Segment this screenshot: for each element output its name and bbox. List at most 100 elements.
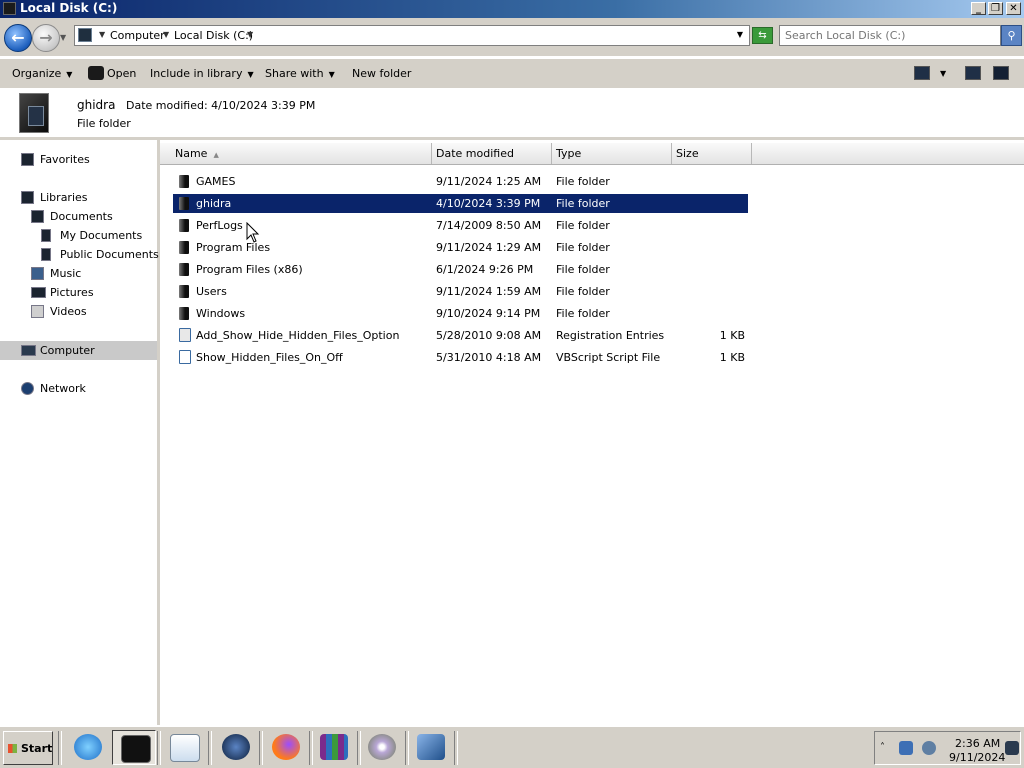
file-row[interactable]: GAMES 9/11/2024 1:25 AM File folder	[173, 172, 748, 191]
address-history-dropdown[interactable]: ▼	[737, 30, 743, 39]
computer-icon	[78, 28, 92, 42]
favorites-icon	[21, 153, 34, 166]
file-name: GAMES	[196, 175, 236, 188]
file-date: 4/10/2024 3:39 PM	[436, 197, 541, 210]
file-row[interactable]: ghidra 4/10/2024 3:39 PM File folder	[173, 194, 748, 213]
clock-time[interactable]: 2:36 AM	[955, 737, 1000, 750]
file-row[interactable]: Add_Show_Hide_Hidden_Files_Option 5/28/20…	[173, 326, 748, 345]
taskbar-app-media-player[interactable]	[162, 730, 206, 765]
window-icon	[3, 2, 16, 15]
file-date: 5/31/2010 4:18 AM	[436, 351, 542, 364]
taskbar-divider	[58, 731, 62, 765]
file-name: PerfLogs	[196, 219, 243, 232]
column-header-name[interactable]: Name ▲	[171, 143, 432, 164]
libraries-icon	[21, 191, 34, 204]
back-button[interactable]: ←	[4, 24, 32, 52]
pictures-icon	[31, 287, 46, 298]
share-with-button[interactable]: Share with ▼	[265, 67, 335, 80]
recent-pages-dropdown[interactable]: ▼	[60, 33, 66, 42]
folder-icon	[179, 285, 189, 298]
file-row[interactable]: Windows 9/10/2024 9:14 PM File folder	[173, 304, 748, 323]
column-header-size[interactable]: Size	[672, 143, 752, 164]
file-date: 5/28/2010 9:08 AM	[436, 329, 542, 342]
vbscript-file-icon	[179, 350, 191, 364]
firefox-icon	[272, 734, 300, 760]
restore-button[interactable]: ❐	[988, 2, 1003, 15]
breadcrumb-local-disk[interactable]: Local Disk (C:)	[174, 29, 253, 42]
forward-button[interactable]: →	[32, 24, 60, 52]
computer-icon	[21, 345, 36, 356]
breadcrumb-arrow-icon[interactable]: ▼	[99, 30, 105, 39]
taskbar-app-explorer[interactable]	[112, 730, 156, 765]
file-type: VBScript Script File	[556, 351, 661, 364]
open-button[interactable]: Open	[107, 67, 136, 80]
minimize-button[interactable]: _	[971, 2, 986, 15]
column-header-date[interactable]: Date modified	[432, 143, 552, 164]
close-button[interactable]: ✕	[1006, 2, 1021, 15]
file-row[interactable]: Users 9/11/2024 1:59 AM File folder	[173, 282, 748, 301]
column-header-type[interactable]: Type	[552, 143, 672, 164]
search-icon[interactable]: ⚲	[1001, 25, 1022, 46]
refresh-button[interactable]: ⇆	[752, 27, 773, 44]
sort-ascending-icon: ▲	[213, 151, 219, 159]
organize-button[interactable]: Organize ▼	[12, 67, 72, 80]
file-date: 9/11/2024 1:59 AM	[436, 285, 542, 298]
column-header-row: Name ▲ Date modified Type Size	[160, 143, 1024, 165]
file-date: 7/14/2009 8:50 AM	[436, 219, 542, 232]
file-type: File folder	[556, 197, 610, 210]
navigation-pane: Favorites Libraries Documents My Documen…	[0, 140, 160, 725]
system-tray: ˄ 2:36 AM 9/11/2024	[874, 731, 1021, 765]
security-shield-icon[interactable]	[899, 741, 913, 755]
view-options-dropdown[interactable]: ▼	[940, 69, 946, 78]
breadcrumb-arrow-icon[interactable]: ▼	[247, 30, 253, 39]
folder-large-icon	[19, 93, 49, 133]
view-options-icon[interactable]	[914, 66, 930, 80]
file-row[interactable]: Show_Hidden_Files_On_Off 5/31/2010 4:18 A…	[173, 348, 748, 367]
new-folder-button[interactable]: New folder	[352, 67, 411, 80]
open-icon[interactable]	[88, 66, 104, 80]
address-box[interactable]: ▼ Computer ▼ Local Disk (C:) ▼ ▼	[74, 25, 750, 46]
taskbar-app-virtualbox[interactable]	[409, 730, 453, 765]
folder-icon	[179, 263, 189, 276]
breadcrumb-computer[interactable]: Computer	[110, 29, 165, 42]
details-pane: ghidra Date modified: 4/10/2024 3:39 PM …	[0, 89, 1024, 140]
preview-pane-icon[interactable]	[965, 66, 981, 80]
file-list: GAMES 9/11/2024 1:25 AM File folder ghidra 4…	[160, 166, 1024, 726]
command-bar: Organize ▼ Open Include in library ▼ Share…	[0, 58, 1024, 88]
help-icon[interactable]	[993, 66, 1009, 80]
taskbar-app-winrar[interactable]	[312, 730, 356, 765]
file-type: File folder	[556, 285, 610, 298]
virtualbox-icon	[417, 734, 445, 760]
file-type: File folder	[556, 307, 610, 320]
registry-file-icon	[179, 328, 191, 342]
file-name: Windows	[196, 307, 246, 320]
file-date: 9/11/2024 1:25 AM	[436, 175, 542, 188]
include-in-library-button[interactable]: Include in library ▼	[150, 67, 254, 80]
file-name: Users	[196, 285, 227, 298]
disc-burner-icon	[368, 734, 396, 760]
notification-icon[interactable]	[1005, 741, 1019, 755]
taskbar-app-firefox[interactable]	[264, 730, 308, 765]
explorer-icon	[121, 735, 151, 763]
file-date: 6/1/2024 9:26 PM	[436, 263, 534, 276]
volume-icon[interactable]	[922, 741, 936, 755]
clock-date[interactable]: 9/11/2024	[949, 751, 1005, 764]
file-name: Program Files (x86)	[196, 263, 303, 276]
file-row[interactable]: Program Files (x86) 6/1/2024 9:26 PM File …	[173, 260, 748, 279]
search-box[interactable]	[779, 25, 1001, 46]
show-hidden-icons-button[interactable]: ˄	[880, 742, 885, 753]
file-name: Show_Hidden_Files_On_Off	[196, 351, 343, 364]
taskbar-app-network[interactable]	[214, 730, 258, 765]
mouse-cursor-icon	[246, 222, 260, 243]
title-bar[interactable]: Local Disk (C:) _ ❐ ✕	[0, 0, 1024, 18]
network-globe-icon	[222, 734, 250, 760]
file-type: File folder	[556, 241, 610, 254]
start-button[interactable]: Start	[3, 731, 53, 765]
search-input[interactable]	[785, 27, 985, 44]
file-name: ghidra	[196, 197, 232, 210]
folder-icon	[41, 229, 51, 242]
file-type: Registration Entries	[556, 329, 665, 342]
taskbar-app-disc-burner[interactable]	[360, 730, 404, 765]
breadcrumb-arrow-icon[interactable]: ▼	[163, 30, 169, 39]
taskbar-app-internet-explorer[interactable]	[66, 730, 110, 765]
